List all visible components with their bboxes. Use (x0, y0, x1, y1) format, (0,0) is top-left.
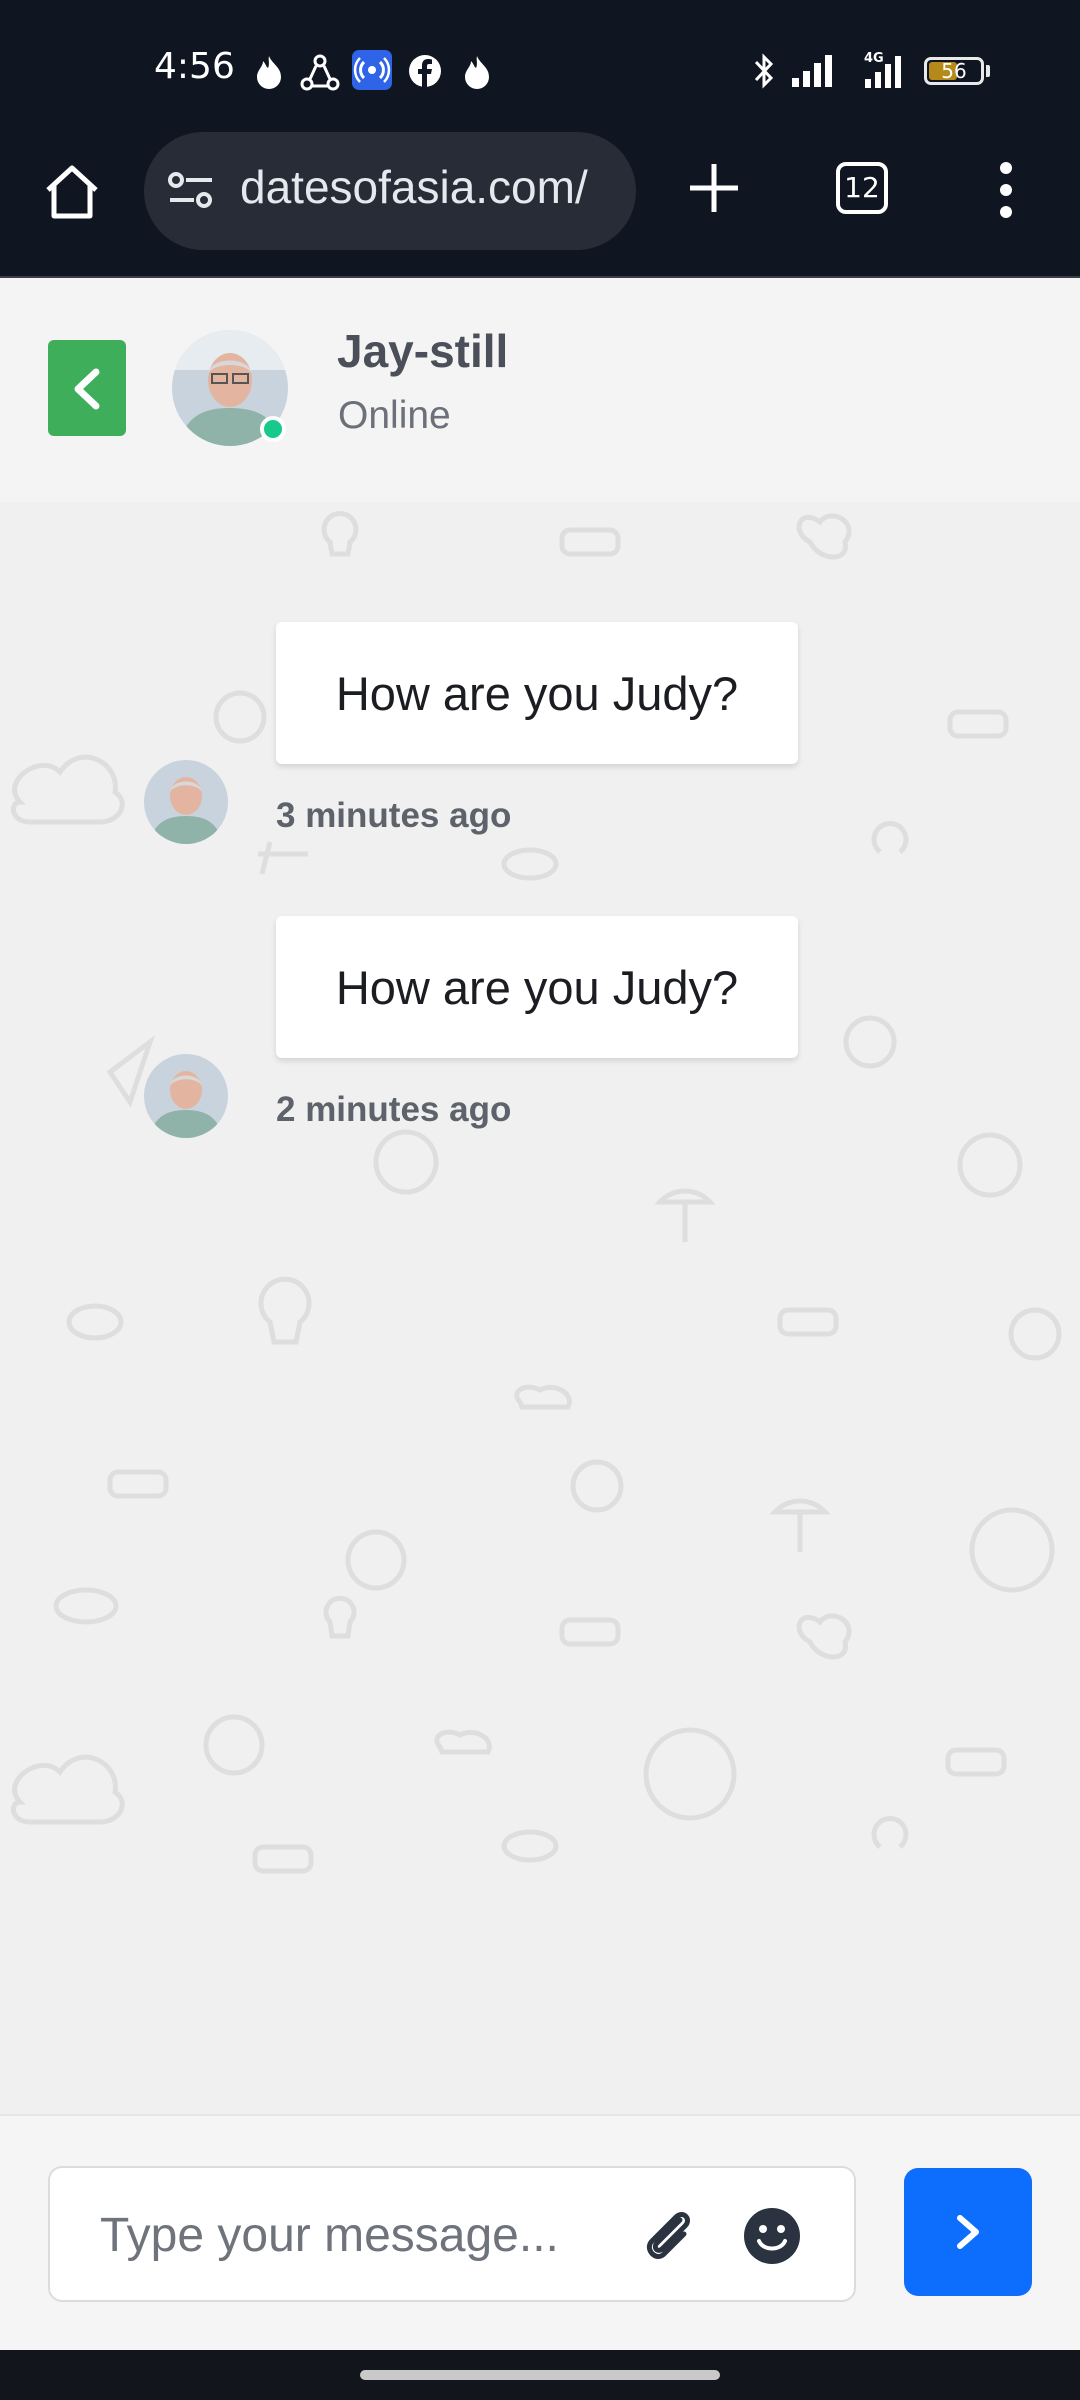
chat-header: Jay-still Online (0, 278, 1080, 504)
send-button[interactable] (904, 2168, 1032, 2296)
message-composer (0, 2114, 1080, 2352)
address-bar[interactable]: datesofasia.com/ (144, 132, 636, 250)
message-input[interactable] (98, 2198, 622, 2272)
emoji-icon[interactable] (742, 2206, 802, 2266)
facebook-icon (409, 55, 441, 87)
network-label: 4G (864, 51, 884, 66)
message-bubble: How are you Judy? (276, 622, 798, 764)
message-timestamp: 2 minutes ago (276, 1090, 512, 1129)
chevron-left-icon (74, 368, 100, 410)
chat-messages[interactable]: How are you Judy? 3 minutes ago How are … (0, 502, 1080, 2114)
message-text: How are you Judy? (335, 667, 739, 720)
battery-icon: 56 (924, 57, 984, 85)
plus-icon[interactable] (686, 160, 742, 216)
message-timestamp: 3 minutes ago (276, 796, 512, 835)
share-icon (300, 54, 340, 91)
battery-cap (986, 65, 990, 77)
send-icon (957, 2215, 979, 2249)
battery-percent: 56 (941, 59, 967, 83)
signal-icon (792, 55, 832, 87)
flame-icon (465, 56, 489, 89)
home-icon[interactable] (40, 160, 104, 224)
attach-icon[interactable] (640, 2206, 700, 2266)
tabs-icon[interactable]: 12 (836, 162, 888, 214)
message-input-box[interactable] (48, 2166, 856, 2302)
status-bar: 4:56 4G 56 (0, 0, 1080, 140)
url-text: datesofasia.com/ (240, 161, 588, 213)
online-status-dot (260, 416, 286, 442)
site-settings-icon[interactable] (166, 166, 216, 216)
message-text: How are you Judy? (335, 961, 739, 1014)
bluetooth-icon (754, 53, 774, 89)
contact-status: Online (338, 394, 451, 437)
browser-toolbar: datesofasia.com/ 12 (0, 132, 1080, 278)
overflow-menu-icon[interactable] (994, 160, 1018, 220)
message-bubble: How are you Judy? (276, 916, 798, 1058)
broadcast-icon (352, 50, 392, 90)
back-button[interactable] (48, 340, 126, 436)
avatar (144, 1054, 228, 1138)
contact-name: Jay-still (337, 325, 509, 377)
status-time: 4:56 (154, 46, 235, 87)
signal-4g-icon: 4G (864, 51, 901, 88)
system-nav-bar (0, 2350, 1080, 2400)
flame-icon (257, 56, 281, 89)
gesture-handle[interactable] (360, 2370, 720, 2380)
avatar (144, 760, 228, 844)
